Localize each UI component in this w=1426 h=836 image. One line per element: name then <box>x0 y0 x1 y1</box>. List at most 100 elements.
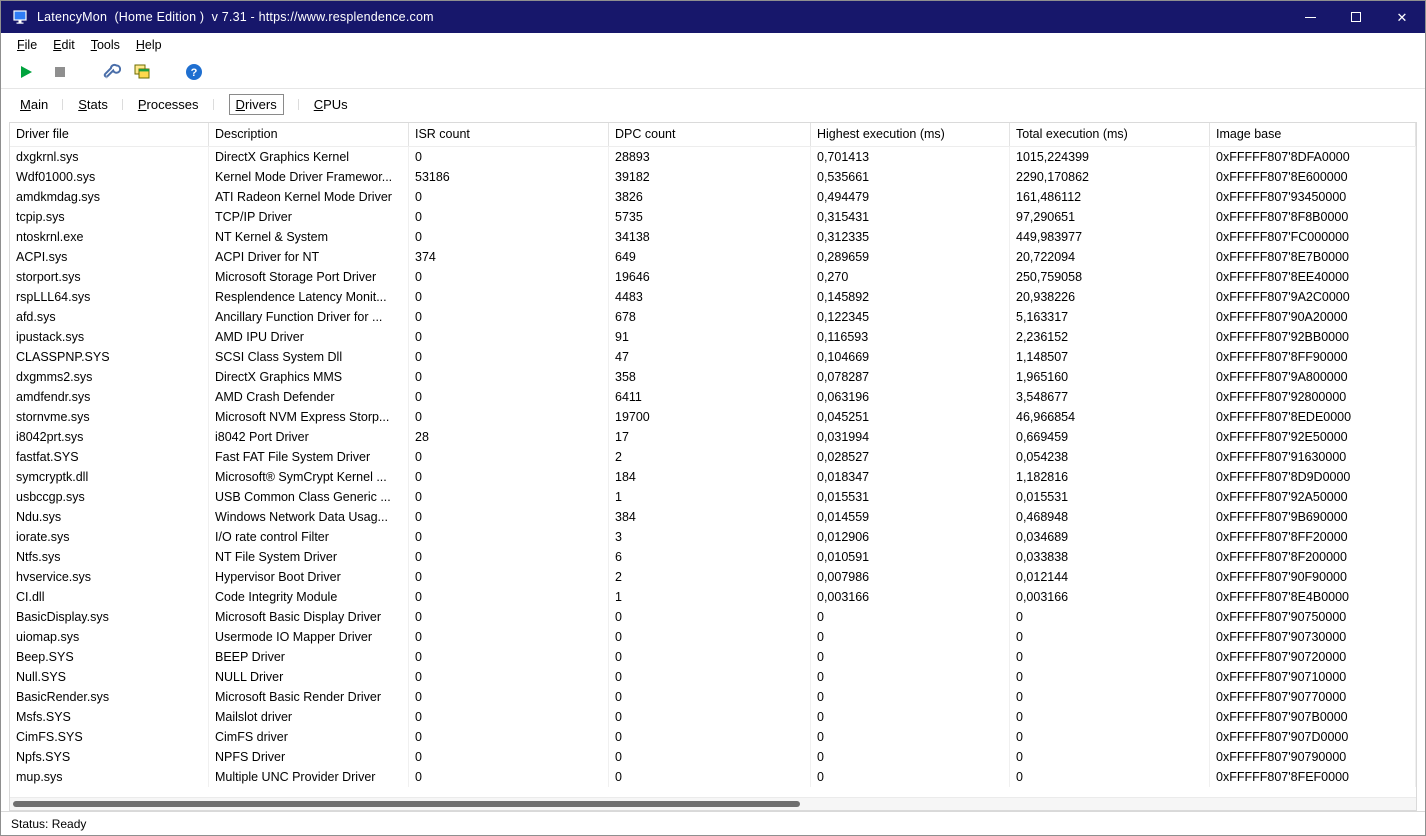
table-cell: 0 <box>409 147 609 167</box>
table-cell: 0,028527 <box>811 447 1010 467</box>
table-cell: Null.SYS <box>10 667 209 687</box>
table-cell: BasicRender.sys <box>10 687 209 707</box>
table-row[interactable]: amdkmdag.sysATI Radeon Kernel Mode Drive… <box>10 187 1416 207</box>
menu-file[interactable]: File <box>9 36 45 54</box>
table-row[interactable]: Ndu.sysWindows Network Data Usag...03840… <box>10 507 1416 527</box>
table-row[interactable]: CI.dllCode Integrity Module010,0031660,0… <box>10 587 1416 607</box>
table-cell: 0xFFFFF807'90A20000 <box>1210 307 1416 327</box>
table-cell: uiomap.sys <box>10 627 209 647</box>
table-cell: 0 <box>409 547 609 567</box>
table-row[interactable]: storport.sysMicrosoft Storage Port Drive… <box>10 267 1416 287</box>
table-row[interactable]: ntoskrnl.exeNT Kernel & System0341380,31… <box>10 227 1416 247</box>
menu-tools[interactable]: Tools <box>83 36 128 54</box>
table-cell: 0,031994 <box>811 427 1010 447</box>
table-cell: 0 <box>609 707 811 727</box>
horizontal-scrollbar[interactable] <box>10 797 1416 810</box>
table-cell: USB Common Class Generic ... <box>209 487 409 507</box>
table-cell: Hypervisor Boot Driver <box>209 567 409 587</box>
table-cell: 0xFFFFF807'92800000 <box>1210 387 1416 407</box>
titlebar[interactable]: LatencyMon (Home Edition ) v 7.31 - http… <box>1 1 1425 33</box>
table-cell: 19646 <box>609 267 811 287</box>
table-cell: 0 <box>409 267 609 287</box>
table-cell: 0,535661 <box>811 167 1010 187</box>
table-cell: 3,548677 <box>1010 387 1210 407</box>
table-cell: Npfs.SYS <box>10 747 209 767</box>
table-row[interactable]: tcpip.sysTCP/IP Driver057350,31543197,29… <box>10 207 1416 227</box>
table-row[interactable]: ipustack.sysAMD IPU Driver0910,1165932,2… <box>10 327 1416 347</box>
table-row[interactable]: rspLLL64.sysResplendence Latency Monit..… <box>10 287 1416 307</box>
table-row[interactable]: Null.SYSNULL Driver00000xFFFFF807'907100… <box>10 667 1416 687</box>
help-button[interactable]: ? <box>181 59 207 85</box>
table-cell: 649 <box>609 247 811 267</box>
table-cell: 0xFFFFF807'92BB0000 <box>1210 327 1416 347</box>
tools-options-button[interactable] <box>99 59 125 85</box>
table-cell: CimFS driver <box>209 727 409 747</box>
table-row[interactable]: mup.sysMultiple UNC Provider Driver00000… <box>10 767 1416 787</box>
table-row[interactable]: dxgkrnl.sysDirectX Graphics Kernel028893… <box>10 147 1416 167</box>
tabbar: Main Stats Processes Drivers CPUs <box>1 89 1425 120</box>
table-cell: 0 <box>409 347 609 367</box>
column-header[interactable]: Description <box>209 123 409 146</box>
start-monitor-button[interactable] <box>13 59 39 85</box>
table-cell: dxgmms2.sys <box>10 367 209 387</box>
table-row[interactable]: hvservice.sysHypervisor Boot Driver020,0… <box>10 567 1416 587</box>
table-cell: 0 <box>1010 767 1210 787</box>
table-cell: Ntfs.sys <box>10 547 209 567</box>
column-header[interactable]: Total execution (ms) <box>1010 123 1210 146</box>
close-button[interactable]: ✕ <box>1379 1 1425 33</box>
table-row[interactable]: symcryptk.dllMicrosoft® SymCrypt Kernel … <box>10 467 1416 487</box>
table-row[interactable]: Wdf01000.sysKernel Mode Driver Framewor.… <box>10 167 1416 187</box>
tab-processes[interactable]: Processes <box>123 92 214 117</box>
table-row[interactable]: usbccgp.sysUSB Common Class Generic ...0… <box>10 487 1416 507</box>
column-header[interactable]: ISR count <box>409 123 609 146</box>
column-header[interactable]: DPC count <box>609 123 811 146</box>
table-cell: Microsoft Storage Port Driver <box>209 267 409 287</box>
table-row[interactable]: iorate.sysI/O rate control Filter030,012… <box>10 527 1416 547</box>
table-row[interactable]: ACPI.sysACPI Driver for NT3746490,289659… <box>10 247 1416 267</box>
menu-edit[interactable]: Edit <box>45 36 83 54</box>
table-row[interactable]: Msfs.SYSMailslot driver00000xFFFFF807'90… <box>10 707 1416 727</box>
scrollbar-thumb[interactable] <box>13 801 800 807</box>
table-row[interactable]: Ntfs.sysNT File System Driver060,0105910… <box>10 547 1416 567</box>
table-cell: 0 <box>409 307 609 327</box>
stop-monitor-button[interactable] <box>47 59 73 85</box>
table-cell: 0 <box>811 647 1010 667</box>
minimize-button[interactable] <box>1287 1 1333 33</box>
tab-main[interactable]: Main <box>5 92 63 117</box>
app-icon <box>11 8 29 26</box>
menu-help[interactable]: Help <box>128 36 170 54</box>
table-row[interactable]: fastfat.SYSFast FAT File System Driver02… <box>10 447 1416 467</box>
table-row[interactable]: amdfendr.sysAMD Crash Defender064110,063… <box>10 387 1416 407</box>
table-cell: 0 <box>1010 727 1210 747</box>
table-row[interactable]: Beep.SYSBEEP Driver00000xFFFFF807'907200… <box>10 647 1416 667</box>
table-row[interactable]: uiomap.sysUsermode IO Mapper Driver00000… <box>10 627 1416 647</box>
table-row[interactable]: dxgmms2.sysDirectX Graphics MMS03580,078… <box>10 367 1416 387</box>
table-cell: 4483 <box>609 287 811 307</box>
table-cell: 20,722094 <box>1010 247 1210 267</box>
tab-cpus[interactable]: CPUs <box>299 92 363 117</box>
column-header[interactable]: Driver file <box>10 123 209 146</box>
table-cell: 0 <box>409 707 609 727</box>
table-cell: 0 <box>409 407 609 427</box>
table-cell: 1015,224399 <box>1010 147 1210 167</box>
table-row[interactable]: CLASSPNP.SYSSCSI Class System Dll0470,10… <box>10 347 1416 367</box>
table-row[interactable]: Npfs.SYSNPFS Driver00000xFFFFF807'907900… <box>10 747 1416 767</box>
maximize-button[interactable] <box>1333 1 1379 33</box>
table-row[interactable]: afd.sysAncillary Function Driver for ...… <box>10 307 1416 327</box>
table-cell: 0 <box>1010 687 1210 707</box>
table-cell: 0,063196 <box>811 387 1010 407</box>
table-row[interactable]: i8042prt.sysi8042 Port Driver28170,03199… <box>10 427 1416 447</box>
table-cell: 0,468948 <box>1010 507 1210 527</box>
table-row[interactable]: CimFS.SYSCimFS driver00000xFFFFF807'907D… <box>10 727 1416 747</box>
table-row[interactable]: BasicRender.sysMicrosoft Basic Render Dr… <box>10 687 1416 707</box>
copy-report-button[interactable] <box>129 59 155 85</box>
column-header[interactable]: Highest execution (ms) <box>811 123 1010 146</box>
tab-stats[interactable]: Stats <box>63 92 123 117</box>
table-cell: storport.sys <box>10 267 209 287</box>
table-cell: 0 <box>609 687 811 707</box>
table-row[interactable]: stornvme.sysMicrosoft NVM Express Storp.… <box>10 407 1416 427</box>
table-cell: TCP/IP Driver <box>209 207 409 227</box>
column-header[interactable]: Image base <box>1210 123 1416 146</box>
table-row[interactable]: BasicDisplay.sysMicrosoft Basic Display … <box>10 607 1416 627</box>
tab-drivers[interactable]: Drivers <box>214 92 299 117</box>
